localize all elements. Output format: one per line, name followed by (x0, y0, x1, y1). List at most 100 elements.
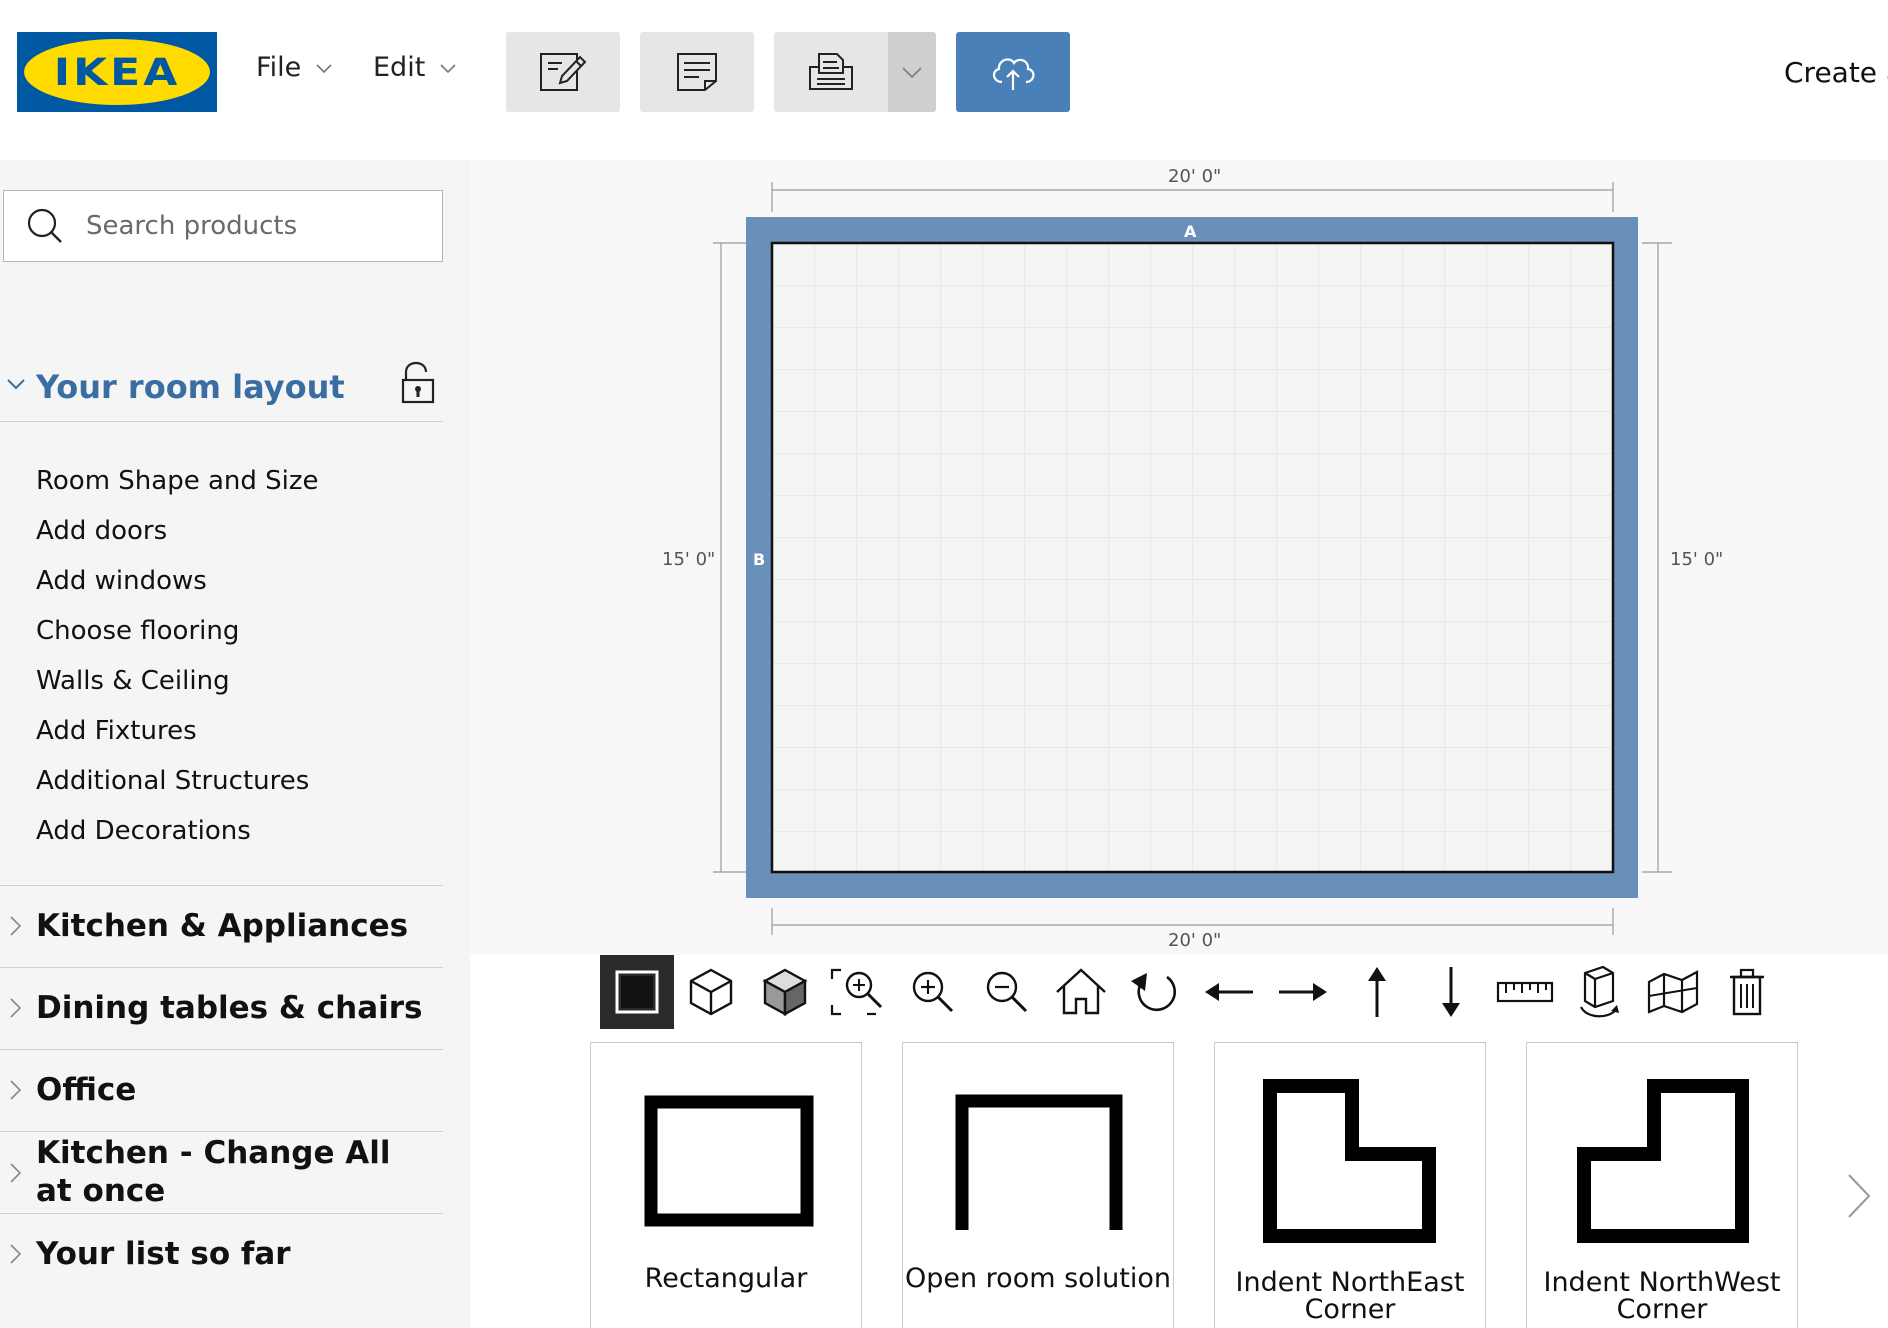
add-doors-item[interactable]: Add doors (36, 506, 319, 556)
view-toolbar (600, 955, 1784, 1029)
chevron-down-icon (316, 63, 332, 73)
print-dropdown-button[interactable] (888, 32, 936, 112)
wall-b-label[interactable]: B (753, 550, 765, 569)
move-left-button[interactable] (1192, 955, 1266, 1029)
chevron-down-icon (902, 67, 922, 79)
zoom-fit-button[interactable] (822, 955, 896, 1029)
additional-structures-item[interactable]: Additional Structures (36, 756, 319, 806)
zoom-in-icon (912, 971, 954, 1013)
logo-text: IKEA (53, 50, 181, 94)
view-2d-button[interactable] (600, 955, 674, 1029)
3d-view-icon (689, 968, 733, 1016)
wall-a-label[interactable]: A (1184, 222, 1196, 241)
shape-label-text: Indent NorthWest Corner (1543, 1267, 1781, 1325)
edit-button[interactable] (506, 32, 620, 112)
room-shape-and-size-item[interactable]: Room Shape and Size (36, 456, 319, 506)
move-down-button[interactable] (1414, 955, 1488, 1029)
indent-northeast-shape-icon (1263, 1079, 1436, 1243)
rotate-button[interactable] (1118, 955, 1192, 1029)
walls-3d-button[interactable] (1636, 955, 1710, 1029)
notes-button[interactable] (640, 32, 754, 112)
category-label: Office (36, 1072, 137, 1108)
category-kitchen-change-all[interactable]: Kitchen - Change All at once (0, 1131, 443, 1213)
chevron-right-icon (10, 998, 22, 1018)
2d-view-icon (615, 970, 659, 1014)
edit-menu-label: Edit (373, 52, 426, 83)
delete-button[interactable] (1710, 955, 1784, 1029)
chevron-right-icon (10, 1163, 22, 1183)
shape-label: Rectangular (644, 1263, 808, 1294)
search-icon (27, 208, 62, 243)
lock-open-icon[interactable] (400, 360, 436, 406)
indent-northwest-shape-icon (1577, 1079, 1749, 1243)
home-view-button[interactable] (1044, 955, 1118, 1029)
cloud-upload-icon (992, 58, 1035, 90)
rotate-icon (1131, 973, 1177, 1012)
view-3d-solid-button[interactable] (748, 955, 822, 1029)
right-height-dimension: 15' 0" (1670, 549, 1724, 570)
left-height-dimension: 15' 0" (662, 549, 716, 570)
chevron-down-icon (7, 379, 25, 390)
add-fixtures-item[interactable]: Add Fixtures (36, 706, 319, 756)
shape-card-indent-northeast[interactable]: Indent NorthEast Corner (1214, 1042, 1486, 1328)
chevron-right-icon[interactable] (1846, 1172, 1872, 1220)
shape-card-open-room[interactable]: Open room solution (902, 1042, 1174, 1328)
ruler-icon (1496, 981, 1554, 1003)
print-icon (809, 53, 853, 90)
trash-icon (1730, 968, 1764, 1016)
chevron-right-icon (10, 1080, 22, 1100)
move-up-button[interactable] (1340, 955, 1414, 1029)
zoom-in-button[interactable] (896, 955, 970, 1029)
floorplan-canvas[interactable]: 20' 0" 20' 0" 15' 0" 15' 0" A B (470, 160, 1888, 955)
zoom-out-button[interactable] (970, 955, 1044, 1029)
chevron-right-icon (10, 1244, 22, 1264)
left-sidebar: Your room layout Room Shape and Size Add… (0, 160, 470, 1328)
room-shape-cards: Rectangular Open room solution Indent No… (590, 1042, 1798, 1328)
category-kitchen-appliances[interactable]: Kitchen & Appliances (0, 885, 443, 967)
open-room-shape-icon (955, 1094, 1123, 1230)
walls-ceiling-item[interactable]: Walls & Ceiling (36, 656, 319, 706)
chevron-down-icon (440, 63, 456, 73)
top-bar: IKEA File Edit Create (0, 0, 1888, 160)
wall-toggle-icon (1580, 965, 1619, 1018)
category-dining-tables-chairs[interactable]: Dining tables & chairs (0, 967, 443, 1049)
arrow-up-icon (1368, 967, 1386, 1017)
choose-flooring-item[interactable]: Choose flooring (36, 606, 319, 656)
edit-icon (540, 53, 587, 91)
measure-button[interactable] (1488, 955, 1562, 1029)
room-layout-items: Room Shape and Size Add doors Add window… (36, 456, 319, 856)
shape-card-rectangular[interactable]: Rectangular (590, 1042, 862, 1328)
add-windows-item[interactable]: Add windows (36, 556, 319, 606)
move-right-button[interactable] (1266, 955, 1340, 1029)
file-menu-label: File (256, 52, 302, 83)
category-label: Kitchen - Change All at once (36, 1135, 391, 1209)
rectangle-shape-icon (644, 1095, 814, 1227)
ikea-logo[interactable]: IKEA (17, 32, 217, 112)
print-button[interactable] (774, 32, 888, 112)
arrow-left-icon (1205, 983, 1253, 1001)
arrow-down-icon (1442, 967, 1460, 1017)
notes-icon (677, 53, 717, 91)
category-label: Your list so far (36, 1236, 291, 1272)
category-your-list[interactable]: Your list so far (0, 1213, 443, 1295)
logo-ellipse: IKEA (24, 39, 210, 105)
wall-toggle-button[interactable] (1562, 955, 1636, 1029)
top-width-dimension: 20' 0" (1168, 166, 1222, 187)
search-input[interactable] (86, 211, 416, 241)
room-layout-section-header[interactable]: Your room layout (0, 350, 443, 422)
search-box[interactable] (3, 190, 443, 262)
category-label: Dining tables & chairs (36, 990, 423, 1026)
edit-menu[interactable]: Edit (373, 52, 457, 83)
wall-3d-icon (1647, 970, 1699, 1014)
home-icon (1056, 968, 1106, 1015)
zoom-fit-icon (830, 968, 883, 1016)
category-office[interactable]: Office (0, 1049, 443, 1131)
category-label: Kitchen & Appliances (36, 908, 409, 944)
file-menu[interactable]: File (256, 52, 333, 83)
add-decorations-item[interactable]: Add Decorations (36, 806, 319, 856)
3d-solid-view-icon (762, 968, 808, 1017)
save-to-cloud-button[interactable] (956, 32, 1070, 112)
shape-card-indent-northwest[interactable]: Indent NorthWest Corner (1526, 1042, 1798, 1328)
create-account-link[interactable]: Create a (1784, 56, 1888, 89)
view-3d-wire-button[interactable] (674, 955, 748, 1029)
